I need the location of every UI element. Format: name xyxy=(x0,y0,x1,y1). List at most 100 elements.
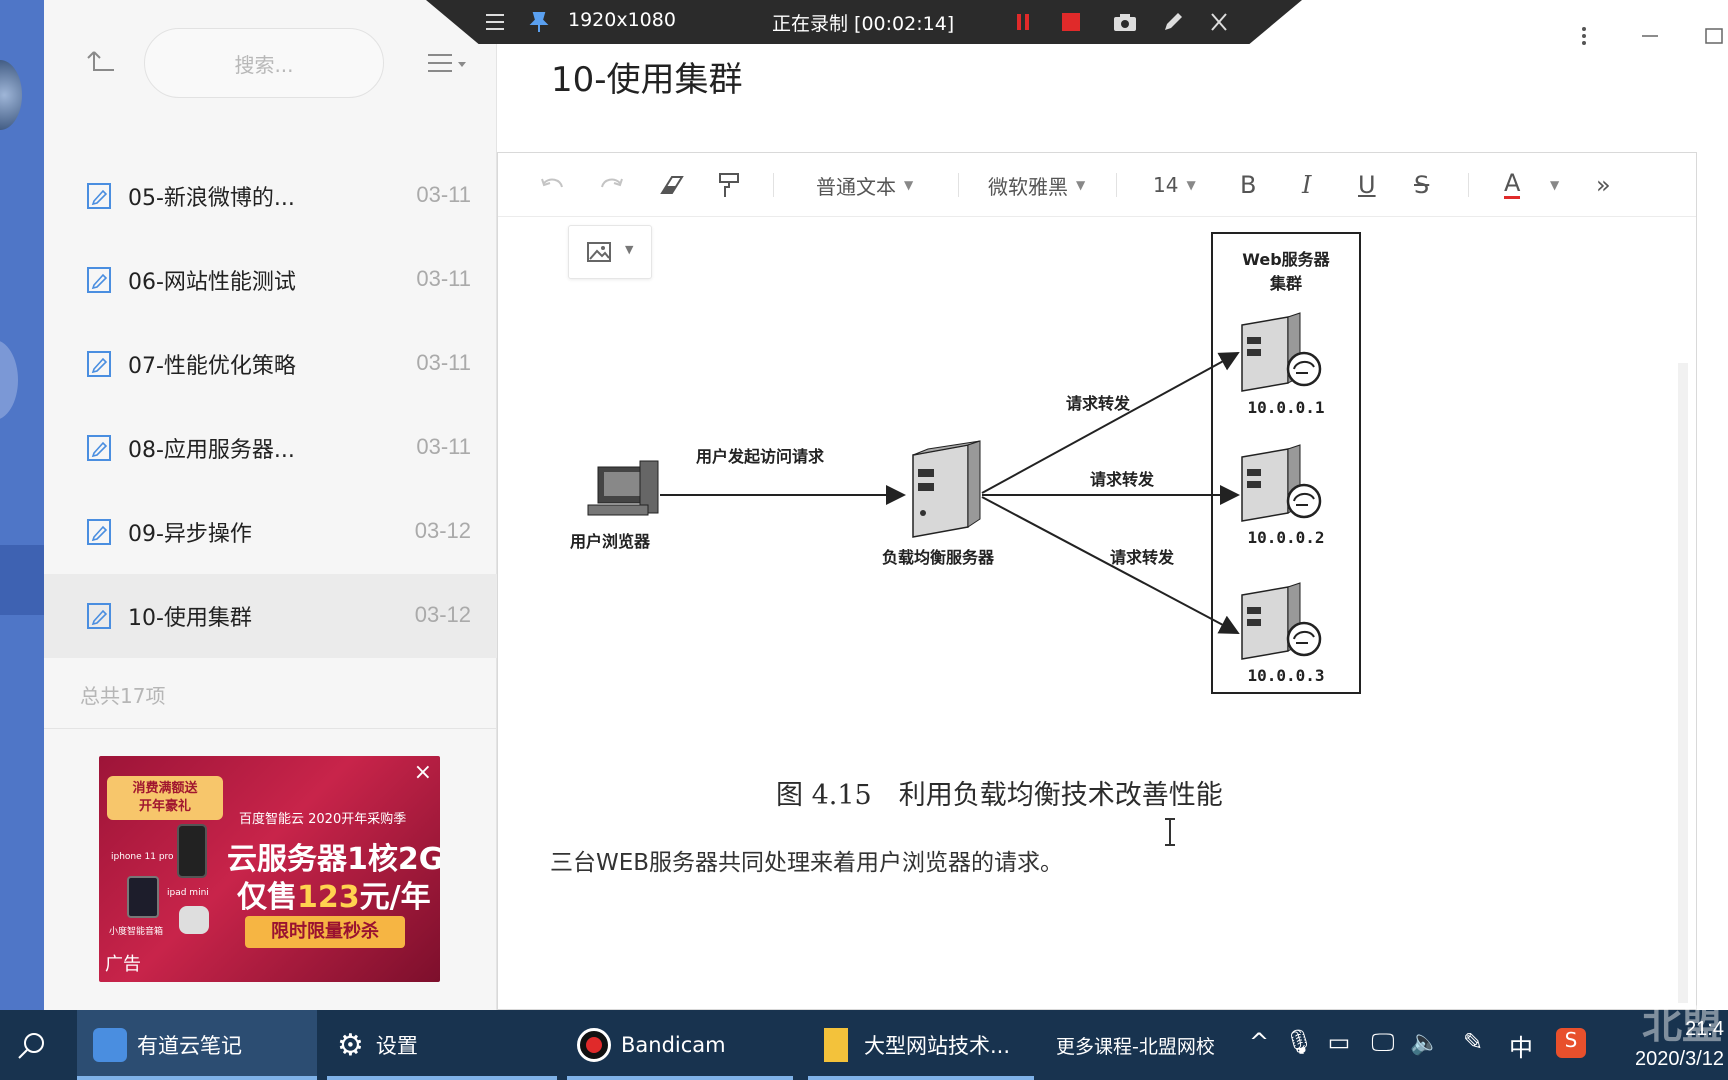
battery-icon[interactable]: ▭ xyxy=(1324,1028,1354,1062)
microphone-icon[interactable]: 🎙 xyxy=(1284,1028,1314,1062)
editor-toolbar: 普通文本 ▼ 微软雅黑 ▼ 14 ▼ B I U S A ▼ » xyxy=(498,153,1696,217)
more-menu-icon[interactable] xyxy=(1566,24,1602,48)
sogou-ime-icon[interactable]: S xyxy=(1556,1028,1586,1058)
ime-indicator[interactable]: 中 xyxy=(1506,1028,1536,1062)
ad-close-icon[interactable]: × xyxy=(414,762,432,784)
stop-icon[interactable] xyxy=(1058,10,1084,34)
paragraph-style-select[interactable]: 普通文本 ▼ xyxy=(816,169,913,201)
rail-selected-item[interactable] xyxy=(0,545,44,615)
bandicam-icon xyxy=(577,1028,611,1062)
ad-ribbon-line1: 消费满额送 xyxy=(132,781,198,796)
italic-button[interactable]: I xyxy=(1302,169,1311,201)
bold-button[interactable]: B xyxy=(1240,169,1256,201)
note-list-item[interactable]: 09-异步操作 03-12 xyxy=(44,490,497,574)
list-sort-icon[interactable] xyxy=(424,50,470,78)
ad-banner[interactable]: 消费满额送 开年豪礼 × 百度智能云 2020开年采购季 云服务器1核2G 仅售… xyxy=(99,756,440,982)
note-title: 06-网站性能测试 xyxy=(128,270,296,295)
note-title: 08-应用服务器... xyxy=(128,438,295,463)
scrollbar[interactable] xyxy=(1678,363,1688,1003)
cluster-title: Web服务器 xyxy=(1242,250,1330,269)
camera-icon[interactable] xyxy=(1112,10,1138,34)
ad-product-label: 小度智能音箱 xyxy=(109,927,164,937)
taskbar-app-folder[interactable]: 大型网站技术... xyxy=(808,1010,1034,1080)
back-up-icon[interactable] xyxy=(84,48,118,78)
pause-icon[interactable] xyxy=(1010,10,1036,34)
undo-icon[interactable] xyxy=(536,169,568,201)
network-icon[interactable]: 🖵 xyxy=(1368,1028,1398,1062)
body-paragraph[interactable]: 三台WEB服务器共同处理来着用户浏览器的请求。 xyxy=(550,843,1063,877)
ad-brand: 百度智能云 2020开年采购季 xyxy=(239,812,407,827)
running-indicator xyxy=(567,1076,793,1080)
taskbar-app-bandicam[interactable]: Bandicam xyxy=(567,1010,793,1080)
taskbar-app-label: Bandicam xyxy=(621,1033,726,1057)
eraser-icon[interactable] xyxy=(656,169,688,201)
menu-icon[interactable] xyxy=(482,10,508,34)
note-date: 03-12 xyxy=(414,602,471,627)
tray-chevron-up-icon[interactable]: ^ xyxy=(1244,1028,1274,1062)
chevron-down-icon: ▼ xyxy=(1076,178,1086,192)
note-date: 03-11 xyxy=(416,434,471,459)
note-editor[interactable]: 普通文本 ▼ 微软雅黑 ▼ 14 ▼ B I U S A ▼ » ▼ 用户浏览器… xyxy=(497,152,1697,1010)
note-doc-icon xyxy=(87,267,111,293)
rail-button[interactable] xyxy=(0,340,18,420)
strikethrough-button[interactable]: S xyxy=(1414,169,1429,201)
note-title-field[interactable]: 10-使用集群 xyxy=(551,52,743,101)
note-list-item-active[interactable]: 10-使用集群 03-12 xyxy=(44,574,497,658)
font-size-value: 14 xyxy=(1153,173,1179,197)
phone-image xyxy=(177,824,207,878)
underline-button[interactable]: U xyxy=(1358,169,1376,201)
note-date: 03-11 xyxy=(416,266,471,291)
note-doc-icon xyxy=(87,519,111,545)
recording-toolbar: 1920x1080 正在录制 [00:02:14] xyxy=(426,0,1302,44)
forward-label: 请求转发 xyxy=(1090,470,1155,489)
note-list-item[interactable]: 07-性能优化策略 03-11 xyxy=(44,322,497,406)
taskbar-app-youdao[interactable]: 有道云笔记 xyxy=(77,1010,317,1080)
toolbar-divider xyxy=(1468,173,1469,197)
youdao-note-icon xyxy=(93,1028,127,1062)
note-list-item[interactable]: 06-网站性能测试 03-11 xyxy=(44,238,497,322)
taskbar-app-label: 设置 xyxy=(375,1034,418,1058)
ad-product-label: ipad mini xyxy=(167,888,209,898)
search-icon[interactable] xyxy=(16,1030,48,1062)
format-painter-icon[interactable] xyxy=(714,169,746,201)
redo-icon[interactable] xyxy=(596,169,628,201)
note-date: 03-11 xyxy=(416,182,471,207)
font-size-select[interactable]: 14 ▼ xyxy=(1153,169,1196,201)
taskbar-app-label: 大型网站技术... xyxy=(864,1034,1011,1058)
chevron-down-icon[interactable]: ▼ xyxy=(1550,178,1559,192)
font-color-button[interactable]: A xyxy=(1504,169,1521,199)
pen-icon[interactable] xyxy=(1160,10,1186,34)
toolbar-divider xyxy=(958,173,959,197)
paragraph-style-value: 普通文本 xyxy=(816,174,896,199)
minimize-icon[interactable] xyxy=(1632,24,1668,48)
font-family-select[interactable]: 微软雅黑 ▼ xyxy=(988,169,1085,201)
note-list-panel: 搜索... 05-新浪微博的... 03-11 06-网站性能测试 03-11 … xyxy=(44,0,497,1010)
ad-price-prefix: 仅售 xyxy=(237,880,297,915)
web-server-icon xyxy=(1241,444,1322,522)
note-list-item[interactable]: 08-应用服务器... 03-11 xyxy=(44,406,497,490)
maximize-icon[interactable] xyxy=(1690,24,1726,48)
pen-tray-icon[interactable]: ✎ xyxy=(1458,1028,1488,1062)
ad-cta-button[interactable]: 限时限量秒杀 xyxy=(245,916,405,948)
load-balancer-server-icon xyxy=(912,440,981,538)
chevron-down-icon: ▼ xyxy=(1186,178,1196,192)
close-icon[interactable] xyxy=(1206,10,1232,34)
avatar[interactable] xyxy=(0,60,22,130)
note-list-item[interactable]: 05-新浪微博的... 03-11 xyxy=(44,154,497,238)
divider xyxy=(44,728,497,729)
note-title: 09-异步操作 xyxy=(128,522,252,547)
font-family-value: 微软雅黑 xyxy=(988,174,1068,199)
ad-ribbon-line2: 开年豪礼 xyxy=(138,799,191,814)
note-title: 05-新浪微博的... xyxy=(128,186,295,211)
pin-icon[interactable] xyxy=(526,10,552,34)
ad-label: 广告 xyxy=(105,954,141,975)
browser-pc-icon xyxy=(587,460,659,516)
taskbar-app-settings[interactable]: ⚙ 设置 xyxy=(327,1010,557,1080)
toolbar-divider xyxy=(1116,173,1117,197)
running-indicator xyxy=(327,1076,557,1080)
more-tools-button[interactable]: » xyxy=(1596,169,1611,201)
search-input[interactable]: 搜索... xyxy=(144,28,384,98)
watermark-text: 北盟 xyxy=(1642,1002,1722,1048)
gear-icon: ⚙ xyxy=(337,1027,364,1063)
volume-icon[interactable]: 🔈 xyxy=(1410,1028,1440,1062)
